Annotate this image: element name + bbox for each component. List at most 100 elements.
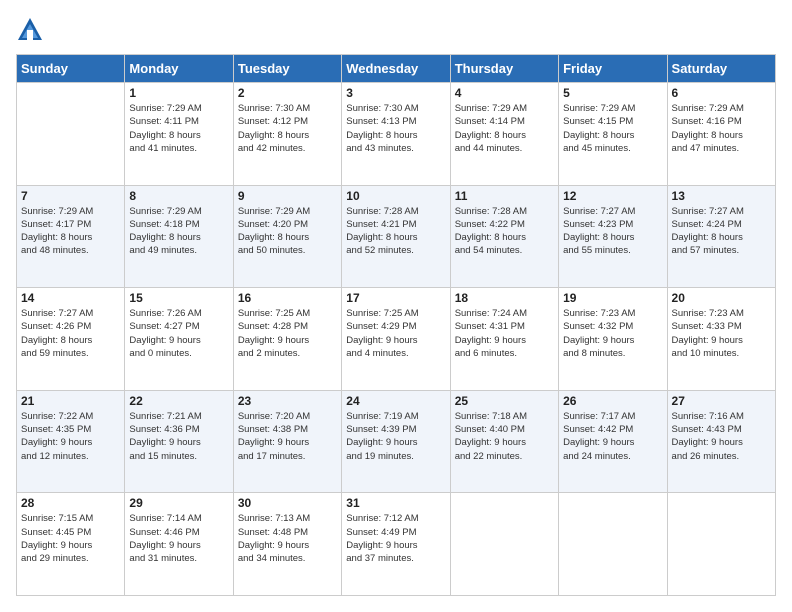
page: SundayMondayTuesdayWednesdayThursdayFrid…	[0, 0, 792, 612]
day-number: 7	[21, 189, 120, 203]
day-number: 1	[129, 86, 228, 100]
calendar-cell: 6Sunrise: 7:29 AM Sunset: 4:16 PM Daylig…	[667, 83, 775, 186]
calendar-cell	[17, 83, 125, 186]
calendar-cell: 19 Sunrise: 7:23 AM Sunset: 4:32 PM Dayli…	[559, 288, 667, 391]
day-number: 13	[672, 189, 771, 203]
calendar-cell: 8 Sunrise: 7:29 AM Sunset: 4:18 PM Daylig…	[125, 185, 233, 288]
day-number: 2	[238, 86, 337, 100]
calendar-cell: 29 Sunrise: 7:14 AM Sunset: 4:46 PM Dayli…	[125, 493, 233, 596]
day-info: Sunrise: 7:27 AM Sunset: 4:24 PM Dayligh…	[672, 205, 771, 258]
calendar-week-5: 28 Sunrise: 7:15 AM Sunset: 4:45 PM Dayli…	[17, 493, 776, 596]
day-info: Sunrise: 7:29 AM Sunset: 4:18 PM Dayligh…	[129, 205, 228, 258]
calendar-cell: 15 Sunrise: 7:26 AM Sunset: 4:27 PM Dayli…	[125, 288, 233, 391]
day-info: Sunrise: 7:27 AM Sunset: 4:23 PM Dayligh…	[563, 205, 662, 258]
calendar-cell: 14Sunrise: 7:27 AM Sunset: 4:26 PM Dayli…	[17, 288, 125, 391]
day-number: 20	[672, 291, 771, 305]
calendar-week-3: 14Sunrise: 7:27 AM Sunset: 4:26 PM Dayli…	[17, 288, 776, 391]
calendar-cell: 21 Sunrise: 7:22 AM Sunset: 4:35 PM Dayli…	[17, 390, 125, 493]
calendar-cell: 1Sunrise: 7:29 AM Sunset: 4:11 PM Daylig…	[125, 83, 233, 186]
day-number: 15	[129, 291, 228, 305]
day-info: Sunrise: 7:29 AM Sunset: 4:15 PM Dayligh…	[563, 102, 662, 155]
day-number: 10	[346, 189, 445, 203]
day-info: Sunrise: 7:28 AM Sunset: 4:22 PM Dayligh…	[455, 205, 554, 258]
calendar-cell	[450, 493, 558, 596]
calendar-cell: 9 Sunrise: 7:29 AM Sunset: 4:20 PM Daylig…	[233, 185, 341, 288]
day-number: 24	[346, 394, 445, 408]
header-tuesday: Tuesday	[233, 55, 341, 83]
day-info: Sunrise: 7:23 AM Sunset: 4:33 PM Dayligh…	[672, 307, 771, 360]
header-thursday: Thursday	[450, 55, 558, 83]
calendar-cell: 10Sunrise: 7:28 AM Sunset: 4:21 PM Dayli…	[342, 185, 450, 288]
logo	[16, 16, 46, 44]
day-info: Sunrise: 7:14 AM Sunset: 4:46 PM Dayligh…	[129, 512, 228, 565]
day-number: 5	[563, 86, 662, 100]
day-number: 8	[129, 189, 228, 203]
day-number: 27	[672, 394, 771, 408]
calendar-cell: 31 Sunrise: 7:12 AM Sunset: 4:49 PM Dayli…	[342, 493, 450, 596]
calendar-cell	[667, 493, 775, 596]
day-info: Sunrise: 7:27 AM Sunset: 4:26 PM Dayligh…	[21, 307, 120, 360]
day-number: 3	[346, 86, 445, 100]
calendar-cell: 3 Sunrise: 7:30 AM Sunset: 4:13 PM Daylig…	[342, 83, 450, 186]
day-number: 29	[129, 496, 228, 510]
day-number: 19	[563, 291, 662, 305]
calendar-cell: 20 Sunrise: 7:23 AM Sunset: 4:33 PM Dayli…	[667, 288, 775, 391]
day-number: 16	[238, 291, 337, 305]
header-monday: Monday	[125, 55, 233, 83]
logo-icon	[16, 16, 44, 44]
calendar-cell: 16 Sunrise: 7:25 AM Sunset: 4:28 PM Dayli…	[233, 288, 341, 391]
day-number: 26	[563, 394, 662, 408]
day-info: Sunrise: 7:16 AM Sunset: 4:43 PM Dayligh…	[672, 410, 771, 463]
day-number: 25	[455, 394, 554, 408]
header-saturday: Saturday	[667, 55, 775, 83]
calendar-header-row: SundayMondayTuesdayWednesdayThursdayFrid…	[17, 55, 776, 83]
calendar-cell: 17 Sunrise: 7:25 AM Sunset: 4:29 PM Dayli…	[342, 288, 450, 391]
day-info: Sunrise: 7:18 AM Sunset: 4:40 PM Dayligh…	[455, 410, 554, 463]
header-sunday: Sunday	[17, 55, 125, 83]
calendar-cell: 11 Sunrise: 7:28 AM Sunset: 4:22 PM Dayli…	[450, 185, 558, 288]
day-info: Sunrise: 7:25 AM Sunset: 4:28 PM Dayligh…	[238, 307, 337, 360]
calendar-cell: 4Sunrise: 7:29 AM Sunset: 4:14 PM Daylig…	[450, 83, 558, 186]
header	[16, 16, 776, 44]
day-info: Sunrise: 7:20 AM Sunset: 4:38 PM Dayligh…	[238, 410, 337, 463]
day-info: Sunrise: 7:22 AM Sunset: 4:35 PM Dayligh…	[21, 410, 120, 463]
day-info: Sunrise: 7:29 AM Sunset: 4:16 PM Dayligh…	[672, 102, 771, 155]
day-number: 4	[455, 86, 554, 100]
day-info: Sunrise: 7:23 AM Sunset: 4:32 PM Dayligh…	[563, 307, 662, 360]
calendar-cell: 5 Sunrise: 7:29 AM Sunset: 4:15 PM Daylig…	[559, 83, 667, 186]
calendar-table: SundayMondayTuesdayWednesdayThursdayFrid…	[16, 54, 776, 596]
day-number: 17	[346, 291, 445, 305]
day-info: Sunrise: 7:25 AM Sunset: 4:29 PM Dayligh…	[346, 307, 445, 360]
day-info: Sunrise: 7:15 AM Sunset: 4:45 PM Dayligh…	[21, 512, 120, 565]
calendar-cell: 2 Sunrise: 7:30 AM Sunset: 4:12 PM Daylig…	[233, 83, 341, 186]
day-number: 9	[238, 189, 337, 203]
calendar-cell: 12 Sunrise: 7:27 AM Sunset: 4:23 PM Dayli…	[559, 185, 667, 288]
calendar-cell: 27 Sunrise: 7:16 AM Sunset: 4:43 PM Dayli…	[667, 390, 775, 493]
calendar-cell: 23Sunrise: 7:20 AM Sunset: 4:38 PM Dayli…	[233, 390, 341, 493]
day-number: 21	[21, 394, 120, 408]
calendar-cell: 25 Sunrise: 7:18 AM Sunset: 4:40 PM Dayli…	[450, 390, 558, 493]
calendar-week-4: 21 Sunrise: 7:22 AM Sunset: 4:35 PM Dayli…	[17, 390, 776, 493]
day-info: Sunrise: 7:30 AM Sunset: 4:12 PM Dayligh…	[238, 102, 337, 155]
header-wednesday: Wednesday	[342, 55, 450, 83]
calendar-cell	[559, 493, 667, 596]
calendar-week-2: 7Sunrise: 7:29 AM Sunset: 4:17 PM Daylig…	[17, 185, 776, 288]
day-number: 28	[21, 496, 120, 510]
day-number: 18	[455, 291, 554, 305]
calendar-cell: 7Sunrise: 7:29 AM Sunset: 4:17 PM Daylig…	[17, 185, 125, 288]
day-info: Sunrise: 7:30 AM Sunset: 4:13 PM Dayligh…	[346, 102, 445, 155]
day-number: 30	[238, 496, 337, 510]
day-info: Sunrise: 7:12 AM Sunset: 4:49 PM Dayligh…	[346, 512, 445, 565]
calendar-cell: 28 Sunrise: 7:15 AM Sunset: 4:45 PM Dayli…	[17, 493, 125, 596]
header-friday: Friday	[559, 55, 667, 83]
day-number: 12	[563, 189, 662, 203]
day-number: 31	[346, 496, 445, 510]
calendar-cell: 26Sunrise: 7:17 AM Sunset: 4:42 PM Dayli…	[559, 390, 667, 493]
calendar-cell: 30 Sunrise: 7:13 AM Sunset: 4:48 PM Dayli…	[233, 493, 341, 596]
day-info: Sunrise: 7:13 AM Sunset: 4:48 PM Dayligh…	[238, 512, 337, 565]
day-info: Sunrise: 7:26 AM Sunset: 4:27 PM Dayligh…	[129, 307, 228, 360]
day-info: Sunrise: 7:29 AM Sunset: 4:20 PM Dayligh…	[238, 205, 337, 258]
day-info: Sunrise: 7:21 AM Sunset: 4:36 PM Dayligh…	[129, 410, 228, 463]
day-number: 11	[455, 189, 554, 203]
calendar-cell: 13 Sunrise: 7:27 AM Sunset: 4:24 PM Dayli…	[667, 185, 775, 288]
